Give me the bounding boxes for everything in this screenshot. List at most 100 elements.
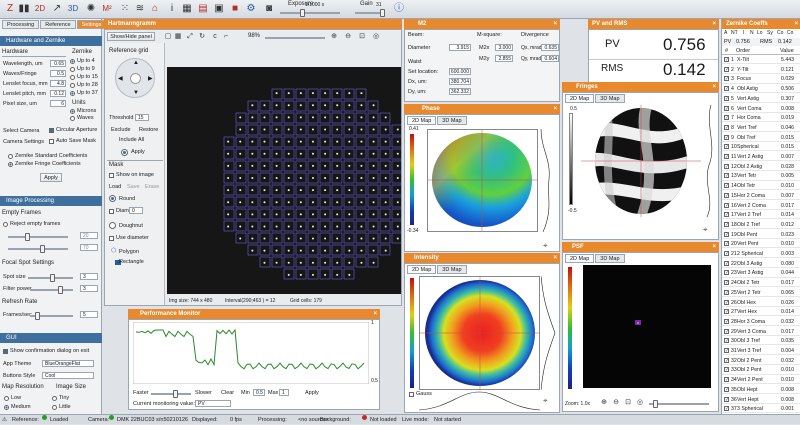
zc-head-lo[interactable]: Lo xyxy=(757,29,763,37)
rotate-icon[interactable]: ↻ xyxy=(195,30,209,44)
table-row[interactable]: ✓ 23 Vert 3 Astig 0.044 xyxy=(722,269,800,278)
table-row[interactable]: ✓ 31 Vert 3 Tref 0.004 xyxy=(722,347,800,356)
empty-frame-spin-1[interactable]: 20 xyxy=(80,232,98,239)
table-row[interactable]: ✓ 14 Obl Tetr 0.010 xyxy=(722,182,800,191)
table-row[interactable]: ✓ 7 Hor Coma 0.019 xyxy=(722,114,800,123)
row-checkbox[interactable]: ✓ xyxy=(724,357,729,363)
table-row[interactable]: ✓ 34 Vert 2 Pent 0.010 xyxy=(722,376,800,385)
speed-slider[interactable] xyxy=(151,393,191,395)
lenslet-pitch-field[interactable]: 0.12 xyxy=(50,90,66,97)
zc-col-order[interactable]: Order xyxy=(736,47,750,55)
row-checkbox[interactable]: ✓ xyxy=(724,57,729,62)
lenslet-focus-field[interactable]: 4.8 xyxy=(50,80,66,87)
intensity-tab-3d[interactable]: 3D Map xyxy=(437,265,467,274)
close-icon[interactable]: × xyxy=(712,242,716,252)
speed-knob[interactable] xyxy=(173,390,178,398)
table-row[interactable]: ✓ 15 Hor 2 Coma 0.007 xyxy=(722,192,800,200)
zernike-radio-9[interactable] xyxy=(70,67,75,72)
empty-frame-slider-2[interactable] xyxy=(8,248,68,250)
table-row[interactable]: ✓ 32 Obl 2 Pent 0.032 xyxy=(722,357,800,365)
table-row[interactable]: ✓ 33 Obl 2 Pent 0.010 xyxy=(722,366,800,375)
crosshair-icon[interactable]: ⌖ xyxy=(543,241,548,251)
table-row[interactable]: ✓ 35 Obl Hept 0.008 xyxy=(722,386,800,394)
psf-zoom-slider[interactable] xyxy=(649,403,709,405)
empty-frame-slider-1[interactable] xyxy=(8,236,68,238)
zoom-out-icon[interactable]: ⊖ xyxy=(341,30,355,44)
close-icon[interactable]: × xyxy=(712,19,716,29)
show-confirmation-checkbox[interactable] xyxy=(3,349,8,354)
fringes-map[interactable] xyxy=(581,105,701,217)
settings-icon[interactable]: ⚙ xyxy=(244,2,258,16)
tab-reference[interactable]: Reference xyxy=(40,20,76,29)
intensity-map[interactable] xyxy=(419,276,540,390)
crosshair-icon[interactable]: ⌖ xyxy=(543,396,548,406)
table-row[interactable]: ✓ 37 3 Spherical 0.001 xyxy=(722,405,800,414)
row-checkbox[interactable]: ✓ xyxy=(724,212,729,218)
zoom-reset-icon[interactable]: ◎ xyxy=(369,30,383,44)
close-icon[interactable]: × xyxy=(373,309,377,319)
row-checkbox[interactable]: ✓ xyxy=(724,406,729,412)
table-row[interactable]: ✓ 36 Vert Hept 0.008 xyxy=(722,396,800,404)
intensity-tab-2d[interactable]: 2D Map xyxy=(407,265,437,274)
table-row[interactable]: ✓ 4 Obl Astig 0.506 xyxy=(722,85,800,94)
apply-grid-icon[interactable] xyxy=(121,149,128,156)
units-radio-waves[interactable] xyxy=(70,116,75,121)
table-row[interactable]: ✓ 10 Spherical 0.015 xyxy=(722,143,800,152)
row-checkbox[interactable]: ✓ xyxy=(724,144,729,150)
close-icon[interactable]: × xyxy=(553,253,557,263)
tab-processing[interactable]: Processing xyxy=(2,20,40,29)
use-diameter-checkbox[interactable] xyxy=(109,236,114,241)
filter-power-slider[interactable] xyxy=(30,289,73,291)
camera-settings-button[interactable]: Camera Settings xyxy=(3,139,44,145)
close-icon[interactable]: × xyxy=(794,19,798,29)
include-all-button[interactable]: Include All xyxy=(119,137,144,143)
fringes-tab-2d[interactable]: 2D Map xyxy=(565,94,595,103)
row-checkbox[interactable]: ✓ xyxy=(724,163,729,169)
zoom-slider[interactable] xyxy=(265,37,325,39)
arrow-left-icon[interactable]: ◀ xyxy=(118,75,123,82)
row-checkbox[interactable]: ✓ xyxy=(724,338,729,344)
res-medium-radio[interactable] xyxy=(4,405,9,410)
table-row[interactable]: ✓ 21 2 Spherical 0.003 xyxy=(722,250,800,259)
row-checkbox[interactable]: ✓ xyxy=(724,367,729,373)
zoom-in-icon[interactable]: ⊕ xyxy=(327,30,341,44)
table-row[interactable]: ✓ 1 X-Tilt 5.443 xyxy=(722,56,800,65)
size-tiny-radio[interactable] xyxy=(52,396,57,401)
arrow-right-icon[interactable]: ▶ xyxy=(148,75,153,82)
psf-map[interactable] xyxy=(583,265,711,388)
pixel-size-field[interactable]: 6 xyxy=(50,100,66,107)
row-checkbox[interactable]: ✓ xyxy=(724,280,729,286)
exposure-slider[interactable] xyxy=(280,12,340,14)
row-checkbox[interactable]: ✓ xyxy=(724,251,729,256)
section-gui[interactable]: GUI xyxy=(0,333,102,343)
table-row[interactable]: ✓ 26 Obl Hex 0.026 xyxy=(722,299,800,307)
table-row[interactable]: ✓ 3 Focus 0.029 xyxy=(722,75,800,84)
circular-aperture-checkbox[interactable] xyxy=(49,128,54,133)
dots-icon[interactable]: ⁙ xyxy=(118,2,132,16)
row-checkbox[interactable]: ✓ xyxy=(724,299,729,305)
row-checkbox[interactable]: ✓ xyxy=(724,270,729,276)
gain-slider-knob[interactable] xyxy=(380,9,385,17)
star-icon[interactable]: ✺ xyxy=(84,2,98,16)
gauss-checkbox[interactable] xyxy=(409,392,414,397)
empty-frame-spin-2[interactable]: 70 xyxy=(80,244,98,251)
pvrms-titlebar[interactable]: PV and RMS × xyxy=(588,19,719,29)
size-little-radio[interactable] xyxy=(52,405,57,410)
row-checkbox[interactable]: ✓ xyxy=(724,76,729,82)
table-row[interactable]: ✓ 11 Vert 2 Astig 0.007 xyxy=(722,153,800,162)
psf-icon[interactable]: ⌂ xyxy=(148,2,162,16)
coef-fringe-radio[interactable] xyxy=(8,162,13,167)
row-checkbox[interactable]: ✓ xyxy=(724,386,729,392)
table-row[interactable]: ✓ 16 Vert 2 Coma 0.017 xyxy=(722,202,800,210)
info-icon[interactable]: i xyxy=(165,2,179,16)
table-row[interactable]: ✓ 29 Vert 3 Coma 0.017 xyxy=(722,328,800,336)
row-checkbox[interactable]: ✓ xyxy=(724,348,729,353)
reject-empty-radio[interactable] xyxy=(3,222,8,227)
perf-titlebar[interactable]: Performance Monitor × xyxy=(128,309,380,319)
table-row[interactable]: ✓ 24 Obl 2 Tetr 0.017 xyxy=(722,279,800,288)
zc-head-co[interactable]: Co xyxy=(777,29,783,37)
zc-head-nt[interactable]: NT xyxy=(731,29,738,37)
apply-settings-button[interactable]: Apply xyxy=(40,173,62,182)
frame-icon[interactable]: ⌐ xyxy=(219,30,233,44)
frames-sec-knob[interactable] xyxy=(35,312,40,320)
